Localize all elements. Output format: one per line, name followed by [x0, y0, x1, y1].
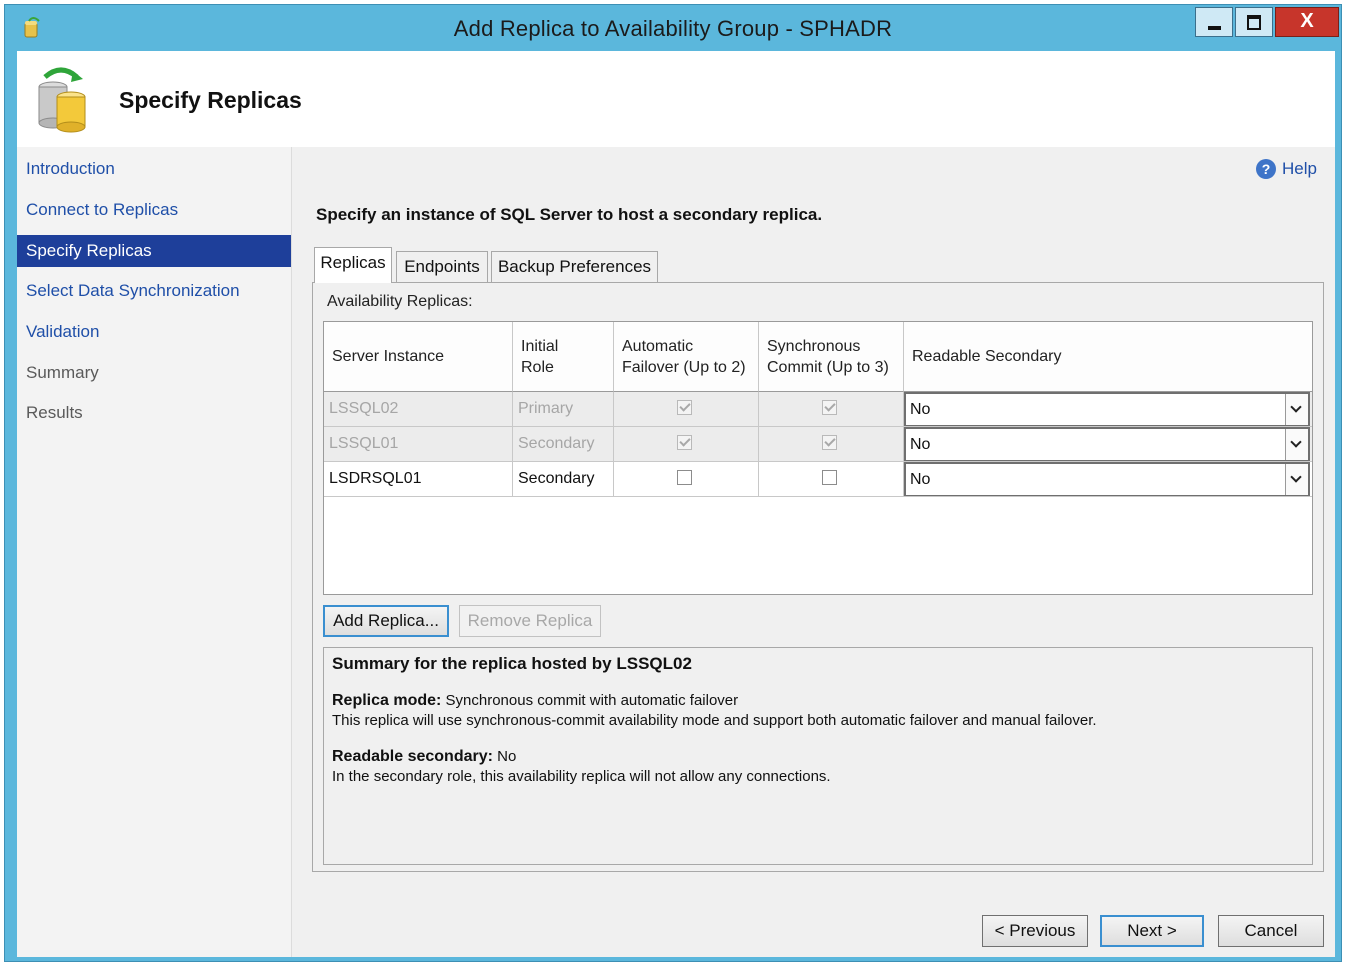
readable-secondary-dropdown[interactable]: No [904, 427, 1310, 461]
automatic-failover-checkbox [677, 435, 692, 450]
replica-mode-description: This replica will use synchronous-commit… [332, 712, 1097, 729]
table-row[interactable]: LSSQL01 Secondary No [324, 427, 1312, 462]
wizard-header: Specify Replicas [17, 51, 1335, 147]
summary-title: Summary for the replica hosted by LSSQL0… [332, 654, 692, 673]
wizard-client-area: Specify Replicas Introduction Connect to… [17, 51, 1335, 957]
close-glyph: X [1300, 10, 1314, 32]
close-icon[interactable]: X [1275, 7, 1339, 37]
chevron-down-icon[interactable] [1285, 429, 1308, 460]
main-content: ? Help Specify an instance of SQL Server… [292, 147, 1335, 957]
remove-replica-button[interactable]: Remove Replica [459, 605, 601, 637]
help-label: Help [1282, 159, 1317, 178]
readable-secondary-description: In the secondary role, this availability… [332, 768, 831, 785]
chevron-down-icon[interactable] [1285, 394, 1308, 425]
cell-automatic-failover [614, 427, 759, 462]
readable-secondary-value: No [910, 471, 931, 488]
column-header-server-instance[interactable]: Server Instance [324, 322, 513, 392]
readable-secondary-label: Readable secondary: [332, 748, 493, 765]
replica-summary-box: Summary for the replica hosted by LSSQL0… [323, 647, 1313, 865]
table-row[interactable]: LSSQL02 Primary No [324, 392, 1312, 427]
cell-synchronous-commit [759, 462, 904, 497]
availability-replicas-label: Availability Replicas: [327, 293, 473, 310]
next-button[interactable]: Next > [1100, 915, 1204, 947]
automatic-failover-checkbox [677, 400, 692, 415]
table-row[interactable]: LSDRSQL01 Secondary No [324, 462, 1312, 497]
cell-readable-secondary: No [904, 392, 1312, 427]
nav-item-select-data-synchronization[interactable]: Select Data Synchronization [17, 275, 291, 307]
maximize-icon[interactable] [1235, 7, 1273, 37]
synchronous-commit-checkbox [822, 435, 837, 450]
page-title: Specify Replicas [119, 87, 302, 113]
replica-mode-label: Replica mode: [332, 692, 442, 709]
readable-secondary-value: No [910, 401, 931, 418]
database-replica-icon [38, 67, 86, 133]
tab-replicas[interactable]: Replicas [314, 247, 392, 283]
cell-synchronous-commit [759, 427, 904, 462]
help-icon: ? [1256, 159, 1277, 179]
nav-item-specify-replicas[interactable]: Specify Replicas [17, 235, 291, 267]
automatic-failover-checkbox[interactable] [677, 470, 692, 485]
instruction-text: Specify an instance of SQL Server to hos… [316, 205, 823, 224]
tab-endpoints[interactable]: Endpoints [396, 251, 488, 283]
column-header-readable-secondary[interactable]: Readable Secondary [904, 322, 1312, 392]
chevron-down-icon[interactable] [1285, 464, 1308, 495]
readable-secondary-dropdown[interactable]: No [904, 392, 1310, 426]
readable-secondary-dropdown[interactable]: No [904, 462, 1310, 496]
cell-initial-role: Primary [513, 392, 614, 427]
wizard-nav: Introduction Connect to Replicas Specify… [17, 147, 292, 957]
cancel-button[interactable]: Cancel [1218, 915, 1324, 947]
tab-backup-preferences[interactable]: Backup Preferences [491, 251, 658, 283]
minimize-icon[interactable] [1195, 7, 1233, 37]
nav-item-results: Results [26, 403, 83, 422]
add-replica-button[interactable]: Add Replica... [323, 605, 449, 637]
wizard-window: Add Replica to Availability Group - SPHA… [4, 4, 1342, 962]
cell-automatic-failover [614, 392, 759, 427]
replicas-grid[interactable]: Server Instance Initial Role Automatic F… [323, 321, 1313, 595]
cell-initial-role: Secondary [513, 462, 614, 497]
nav-item-connect-to-replicas[interactable]: Connect to Replicas [17, 194, 291, 226]
readable-secondary-value: No [910, 436, 931, 453]
previous-button[interactable]: < Previous [982, 915, 1088, 947]
synchronous-commit-checkbox[interactable] [822, 470, 837, 485]
nav-item-introduction[interactable]: Introduction [17, 153, 291, 185]
cell-readable-secondary: No [904, 427, 1312, 462]
readable-secondary-line: Readable secondary: No [332, 748, 516, 766]
replicas-tab-panel: Availability Replicas: Server Instance I… [312, 282, 1324, 872]
column-header-initial-role[interactable]: Initial Role [513, 322, 614, 392]
replica-mode-value: Synchronous commit with automatic failov… [445, 692, 739, 709]
readable-secondary-summary-value: No [497, 748, 517, 765]
title-bar[interactable]: Add Replica to Availability Group - SPHA… [5, 5, 1341, 51]
synchronous-commit-checkbox [822, 400, 837, 415]
window-title: Add Replica to Availability Group - SPHA… [453, 16, 893, 41]
cell-server-instance: LSSQL02 [324, 392, 513, 427]
cell-server-instance: LSDRSQL01 [324, 462, 513, 497]
cell-readable-secondary: No [904, 462, 1312, 497]
column-header-automatic-failover[interactable]: Automatic Failover (Up to 2) [614, 322, 759, 392]
nav-item-summary: Summary [26, 363, 99, 382]
replica-mode-line: Replica mode: Synchronous commit with au… [332, 692, 738, 710]
cell-synchronous-commit [759, 392, 904, 427]
cell-server-instance: LSSQL01 [324, 427, 513, 462]
cell-initial-role: Secondary [513, 427, 614, 462]
nav-item-validation[interactable]: Validation [17, 316, 291, 348]
help-link[interactable]: ? Help [1256, 159, 1317, 179]
cell-automatic-failover [614, 462, 759, 497]
column-header-synchronous-commit[interactable]: Synchronous Commit (Up to 3) [759, 322, 904, 392]
